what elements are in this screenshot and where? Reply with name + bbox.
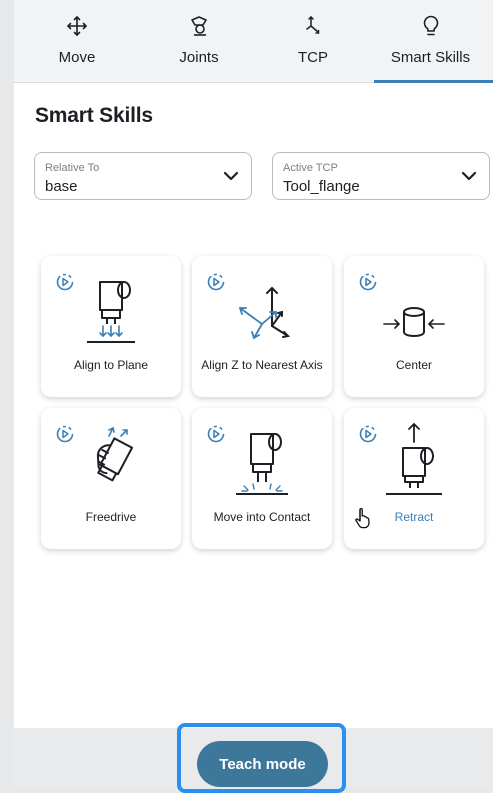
active-tcp-select[interactable]: Active TCP Tool_flange — [272, 152, 490, 200]
tab-joints-label: Joints — [179, 49, 219, 66]
skill-card-label: Move into Contact — [213, 510, 311, 524]
skill-card-retract[interactable]: Retract — [344, 408, 484, 549]
active-tcp-label: Active TCP — [283, 162, 338, 174]
lightbulb-icon — [423, 15, 438, 36]
retract-icon — [386, 422, 442, 495]
relative-to-select[interactable]: Relative To base — [34, 152, 252, 200]
tab-move-label: Move — [58, 49, 96, 66]
tab-tcp[interactable]: TCP — [258, 0, 368, 82]
active-tab-indicator — [374, 80, 493, 83]
skill-card-align-to-plane[interactable]: Align to Plane — [41, 256, 181, 397]
tab-bar: Move Joints TCP Smart Skills — [14, 0, 493, 83]
skill-card-label: Align to Plane — [73, 358, 149, 372]
smart-skills-panel: Move Joints TCP Smart Skills Smart Skill… — [14, 0, 493, 787]
center-icon — [383, 307, 445, 338]
tab-tcp-label: TCP — [298, 49, 328, 66]
relative-to-label: Relative To — [45, 162, 100, 174]
skill-card-label: Retract — [394, 510, 434, 524]
teach-mode-button[interactable]: Teach mode — [197, 741, 328, 787]
move-into-contact-icon — [236, 433, 288, 495]
joint-icon — [191, 16, 207, 36]
page-title: Smart Skills — [35, 104, 153, 127]
align-to-plane-icon — [87, 281, 135, 343]
tab-smart-skills-label: Smart Skills — [390, 49, 471, 66]
tab-move[interactable]: Move — [14, 0, 140, 82]
tcp-axes-icon — [306, 15, 320, 34]
active-tcp-value: Tool_flange — [283, 178, 360, 195]
tab-joints[interactable]: Joints — [140, 0, 258, 82]
skill-card-move-into-contact[interactable]: Move into Contact — [192, 408, 332, 549]
skill-card-align-z-axis[interactable]: Align Z to Nearest Axis — [192, 256, 332, 397]
skill-card-label: Freedrive — [85, 510, 137, 524]
skill-card-label: Center — [395, 358, 433, 372]
tab-smart-skills[interactable]: Smart Skills — [368, 0, 493, 83]
move-arrows-icon — [67, 16, 87, 36]
skill-card-center[interactable]: Center — [344, 256, 484, 397]
skill-card-label: Align Z to Nearest Axis — [201, 358, 323, 372]
chevron-down-icon — [223, 171, 239, 181]
chevron-down-icon — [461, 171, 477, 181]
freedrive-hand-icon — [96, 426, 134, 482]
relative-to-value: base — [45, 178, 78, 195]
align-z-axis-icon — [238, 286, 291, 340]
skill-card-freedrive[interactable]: Freedrive — [41, 408, 181, 549]
